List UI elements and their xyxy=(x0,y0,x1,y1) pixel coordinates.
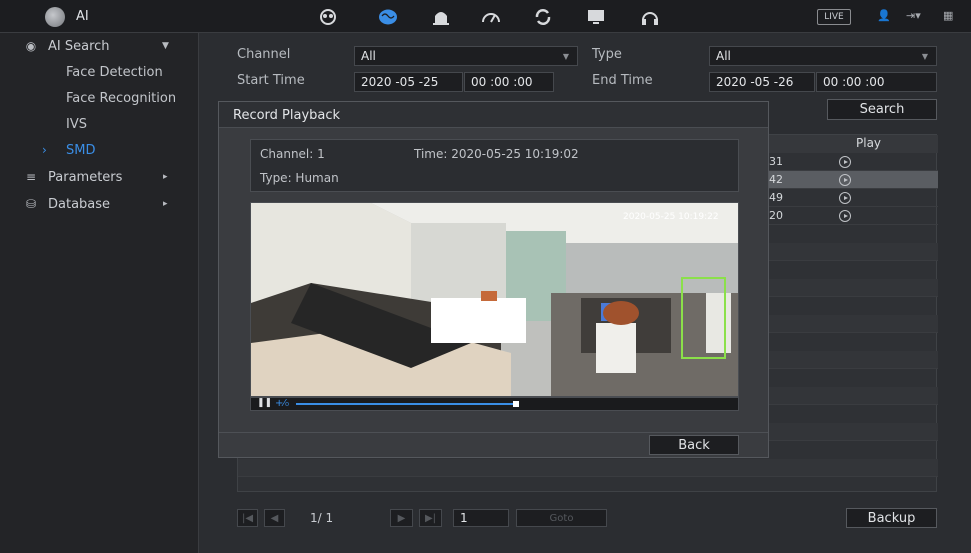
monitor-icon[interactable] xyxy=(583,6,609,28)
sidebar-item-ai-search[interactable]: ◉ AI Search ▼ xyxy=(0,33,199,59)
smd-icon[interactable] xyxy=(315,6,341,28)
channel-select[interactable]: All ▼ xyxy=(354,46,578,66)
database-icon: ⛁ xyxy=(25,197,37,211)
type-label: Type xyxy=(592,47,622,62)
start-time-label: Start Time xyxy=(237,73,305,88)
sidebar-item-label: Database xyxy=(48,196,111,212)
start-time-input[interactable]: 00 :00 :00 xyxy=(464,72,554,92)
type-info: Type: Human xyxy=(260,171,339,185)
sidebar-item-database[interactable]: ⛁ Database ▸ xyxy=(0,191,199,217)
channel-value: All xyxy=(361,49,376,63)
sidebar-item-label: IVS xyxy=(66,116,87,132)
sidebar-item-parameters[interactable]: ≡ Parameters ▸ xyxy=(0,164,199,190)
sidebar-item-face-recognition[interactable]: Face Recognition xyxy=(0,85,199,111)
play-icon[interactable] xyxy=(839,210,851,222)
next-page-button[interactable]: ▶ xyxy=(390,509,413,527)
table-row-empty xyxy=(238,459,938,477)
row-value: 42 xyxy=(769,173,783,186)
top-bar: AI LIVE 👤 ⇥▾ ▦ xyxy=(0,0,971,33)
backup-button[interactable]: Backup xyxy=(846,508,937,528)
alarm-icon[interactable] xyxy=(428,6,454,28)
sidebar-item-label: Face Detection xyxy=(66,64,163,80)
row-value: 49 xyxy=(769,191,783,204)
sidebar-item-ivs[interactable]: IVS xyxy=(0,111,199,137)
search-icon: ◉ xyxy=(25,39,37,53)
chevron-right-icon: ▸ xyxy=(163,199,168,209)
app-title: AI xyxy=(76,9,89,24)
channel-label: Channel xyxy=(237,47,291,62)
type-select[interactable]: All ▼ xyxy=(709,46,937,66)
page-indicator: 1/ 1 xyxy=(310,511,334,525)
record-playback-dialog: Record Playback Channel: 1 Time: 2020-05… xyxy=(218,101,769,458)
user-icon[interactable]: 👤 xyxy=(877,9,891,22)
sidebar-item-smd[interactable]: › SMD xyxy=(0,137,199,163)
dialog-title: Record Playback xyxy=(233,108,341,123)
first-page-button[interactable]: |◀ xyxy=(237,509,258,527)
pause-icon[interactable]: ❚❚ xyxy=(257,398,272,408)
refresh-icon[interactable] xyxy=(530,6,556,28)
progress-handle[interactable] xyxy=(513,401,519,407)
ai-brain-icon[interactable] xyxy=(375,6,401,28)
prev-page-button[interactable]: ◀ xyxy=(264,509,285,527)
video-frame: 2020-05-25 10:19:22 xyxy=(251,203,738,396)
dialog-title-bar[interactable]: Record Playback xyxy=(219,102,768,128)
end-date-input[interactable]: 2020 -05 -26 xyxy=(709,72,815,92)
sidebar-item-label: Face Recognition xyxy=(66,90,177,106)
end-time-input[interactable]: 00 :00 :00 xyxy=(816,72,937,92)
headset-icon[interactable] xyxy=(637,6,663,28)
dropdown-arrow-icon: ▼ xyxy=(921,52,928,61)
record-info-panel: Channel: 1 Time: 2020-05-25 10:19:02 Typ… xyxy=(250,139,739,192)
sidebar-item-face-detection[interactable]: Face Detection xyxy=(0,59,199,85)
gauge-icon[interactable] xyxy=(478,6,504,28)
sidebar: ◉ AI Search ▼ Face Detection Face Recogn… xyxy=(0,33,199,553)
last-page-button[interactable]: ▶| xyxy=(419,509,442,527)
dropdown-arrow-icon: ▼ xyxy=(562,52,569,61)
osd-timestamp: 2020-05-25 10:19:22 xyxy=(623,212,719,222)
end-time-label: End Time xyxy=(592,73,653,88)
progress-bar[interactable] xyxy=(296,403,516,405)
goto-page-input[interactable]: 1 xyxy=(453,509,509,527)
goto-button[interactable]: Goto xyxy=(516,509,607,527)
sidebar-item-label: Parameters xyxy=(48,169,123,185)
list-icon: ≡ xyxy=(25,170,37,184)
grid-menu-icon[interactable]: ▦ xyxy=(943,9,953,22)
row-value: 31 xyxy=(769,155,783,168)
sidebar-item-label: SMD xyxy=(66,142,96,158)
ai-logo-icon xyxy=(45,7,65,27)
play-icon[interactable] xyxy=(839,174,851,186)
play-column-header: Play xyxy=(856,136,882,150)
channel-info: Channel: 1 xyxy=(260,147,325,161)
type-value: All xyxy=(716,49,731,63)
speed-icon[interactable]: +⁄₀ xyxy=(275,398,289,409)
back-button[interactable]: Back xyxy=(649,435,739,455)
search-button[interactable]: Search xyxy=(827,99,937,120)
chevron-down-icon: ▼ xyxy=(162,41,169,51)
video-player[interactable]: 2020-05-25 10:19:22 xyxy=(250,202,739,397)
row-value: 20 xyxy=(769,209,783,222)
time-info: Time: 2020-05-25 10:19:02 xyxy=(414,147,579,161)
logout-icon[interactable]: ⇥▾ xyxy=(906,9,921,22)
start-date-input[interactable]: 2020 -05 -25 xyxy=(354,72,463,92)
sidebar-item-label: AI Search xyxy=(48,38,110,54)
play-icon[interactable] xyxy=(839,156,851,168)
playback-controls: ❚❚ +⁄₀ xyxy=(250,397,739,411)
chevron-right-icon: › xyxy=(42,143,47,157)
play-icon[interactable] xyxy=(839,192,851,204)
dialog-divider xyxy=(219,432,768,433)
chevron-right-icon: ▸ xyxy=(163,172,168,182)
live-button[interactable]: LIVE xyxy=(817,9,851,25)
